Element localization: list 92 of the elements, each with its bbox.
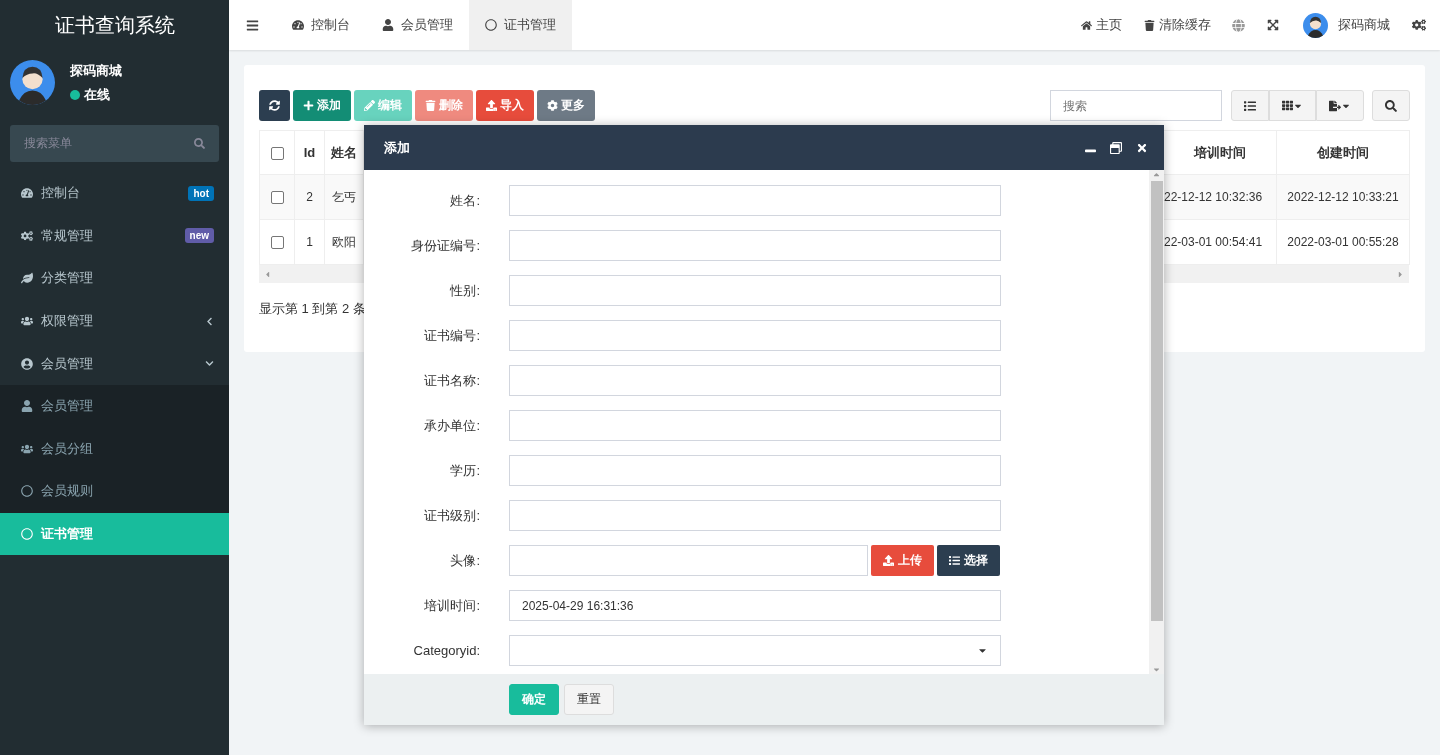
input-field[interactable]	[509, 275, 1001, 306]
menu-item[interactable]: 分类管理	[0, 257, 229, 300]
menu-item[interactable]: 会员管理	[0, 384, 229, 428]
refresh-icon	[269, 100, 280, 111]
header-link[interactable]: 主页	[1070, 0, 1133, 50]
table-cell: 乞丐	[324, 174, 364, 220]
field-label: 培训时间:	[423, 596, 480, 615]
column-header[interactable]: Id	[294, 130, 325, 175]
input-field[interactable]	[509, 410, 1001, 441]
export-button[interactable]	[1316, 90, 1364, 121]
search-field[interactable]: 搜索	[1050, 90, 1222, 121]
menu-badge: new	[184, 228, 214, 244]
columns-button[interactable]	[1269, 90, 1316, 121]
pencil-icon	[364, 100, 375, 111]
export-icon	[1329, 99, 1341, 112]
field-label: 证书编号:	[423, 326, 480, 345]
vertical-scrollbar[interactable]	[1149, 170, 1164, 674]
scroll-left-icon[interactable]	[263, 269, 272, 279]
toolbar-button[interactable]: 导入	[476, 90, 534, 121]
table-cell: 2022-03-01 00:55:28	[1276, 219, 1410, 265]
menu-item[interactable]: 会员规则	[0, 470, 229, 513]
field-label: Categoryid:	[412, 643, 480, 658]
upload-button[interactable]: 上传	[871, 545, 934, 576]
field-label: 头像:	[449, 551, 480, 570]
close-icon[interactable]	[1136, 141, 1148, 154]
input-field[interactable]	[509, 500, 1001, 531]
plus-icon	[303, 100, 314, 111]
avatar-icon	[10, 60, 55, 105]
input-field[interactable]	[509, 455, 1001, 486]
nav-tab[interactable]: 证书管理	[469, 0, 572, 50]
dialog-title: 添加	[384, 138, 411, 157]
column-header[interactable]: 创建时间	[1276, 130, 1410, 175]
table-cell: 22-12-12 10:32:36	[1163, 174, 1277, 220]
upload-icon	[883, 555, 894, 566]
expand-icon	[1267, 19, 1279, 31]
select-field[interactable]	[509, 635, 1001, 666]
toolbar-button[interactable]: 添加	[293, 90, 351, 121]
field-label: 姓名:	[449, 191, 480, 210]
table-cell: 2022-12-12 10:33:21	[1276, 174, 1410, 220]
field-label: 证书级别:	[423, 506, 480, 525]
input-field[interactable]	[509, 545, 868, 576]
user-status: 在线	[70, 85, 122, 104]
nav-tab[interactable]: 会员管理	[366, 0, 469, 50]
app-title: 证书查询系统	[53, 12, 176, 38]
refresh-button[interactable]	[259, 90, 290, 121]
menu-item[interactable]: 常规管理 new	[0, 214, 229, 258]
row-checkbox[interactable]	[270, 191, 284, 205]
menu-item[interactable]: 会员分组	[0, 427, 229, 471]
gear-icon	[547, 100, 558, 111]
field-label: 身份证编号:	[410, 236, 480, 255]
select-all-checkbox[interactable]	[270, 147, 284, 161]
maximize-icon[interactable]	[1110, 141, 1122, 154]
search-icon	[1385, 99, 1397, 112]
input-field[interactable]	[509, 185, 1001, 216]
column-header[interactable]: 姓名	[324, 130, 364, 175]
table-cell: 欧阳	[324, 219, 364, 265]
upload-icon	[486, 100, 497, 111]
choose-button[interactable]: 选择	[937, 545, 1000, 576]
pagination-info: 显示第 1 到第 2 条	[259, 300, 367, 318]
menu-badge: hot	[188, 185, 214, 201]
menu-item[interactable]: 控制台 hot	[0, 172, 229, 215]
field-label: 性别:	[449, 281, 480, 300]
toolbar-button[interactable]: 更多	[537, 90, 595, 121]
search-button[interactable]	[1372, 90, 1410, 121]
globe-icon	[1232, 18, 1245, 32]
user-name: 探码商城	[70, 61, 122, 80]
list-icon	[949, 555, 960, 566]
reset-button[interactable]: 重置	[564, 684, 614, 715]
field-label: 学历:	[449, 461, 480, 480]
user-menu[interactable]: 探码商城	[1291, 0, 1412, 50]
header-link[interactable]: 清除缓存	[1133, 0, 1222, 50]
trash-icon	[425, 100, 436, 111]
search-icon	[194, 138, 205, 149]
settings-icon	[1412, 18, 1426, 32]
field-label: 承办单位:	[423, 416, 480, 435]
toggle-view-button[interactable]	[1231, 90, 1269, 121]
menu-item[interactable]: 权限管理	[0, 299, 229, 343]
list-icon	[1244, 99, 1256, 112]
scroll-up-icon[interactable]	[1152, 170, 1161, 179]
input-field[interactable]: 2025-04-29 16:31:36	[509, 590, 1001, 621]
table-cell: 22-03-01 00:54:41	[1163, 219, 1277, 265]
input-field[interactable]	[509, 365, 1001, 396]
scroll-down-icon[interactable]	[1152, 665, 1161, 674]
nav-tab[interactable]: 控制台	[276, 0, 366, 50]
menu-item[interactable]: 会员管理	[0, 342, 229, 385]
avatar-icon	[1303, 12, 1328, 38]
input-field[interactable]	[509, 320, 1001, 351]
input-field[interactable]	[509, 230, 1001, 261]
scroll-right-icon[interactable]	[1396, 269, 1405, 279]
grid-icon	[1282, 100, 1293, 111]
row-checkbox[interactable]	[270, 236, 284, 250]
field-label: 证书名称:	[423, 371, 480, 390]
